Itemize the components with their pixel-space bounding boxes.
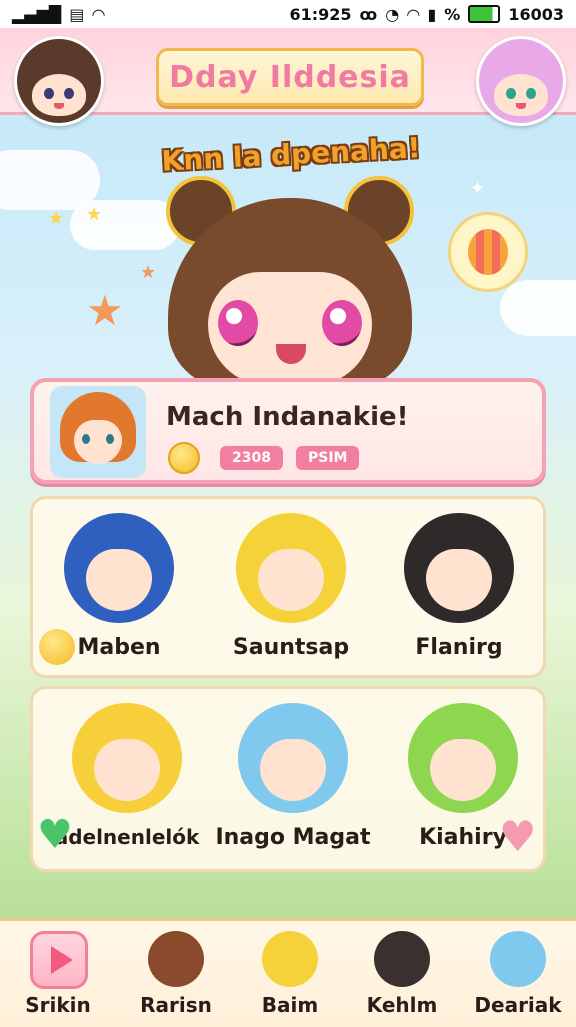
percent-icon: % [444,4,461,24]
battery-icon [468,5,501,23]
tab-srikin[interactable]: Srikin [8,921,108,1027]
header-bar: Dday Ilddesia [0,28,576,126]
play-icon [30,931,88,989]
wifi-icon: ◠ [407,4,420,24]
star-icon: ★ [86,204,103,225]
character-panel-1: Maben Sauntsap Flanirg [30,496,546,678]
game-title: Dday Ilddesia [156,48,424,106]
girl-avatar-icon[interactable] [14,36,104,126]
character-name: Flanirg [415,635,503,660]
orange-hair-avatar-icon [50,386,146,478]
pink-hair-avatar-icon[interactable] [476,36,566,126]
blue-hair-avatar-icon [64,513,174,623]
status-right: 61:925 ꝏ ◔ ◠ ▮ % 16003 [289,5,564,24]
tab-deariak[interactable]: Deariak [468,921,568,1027]
green-hair-avatar-icon [408,703,518,813]
tab-label: Deariak [474,993,562,1017]
coin-icon [168,442,200,474]
brown-hair-avatar-icon [148,931,204,987]
star-icon: ★ [48,208,65,229]
tag-pill[interactable]: PSIM [296,446,360,470]
sim-icon: ▤ [69,4,85,24]
tab-kehlm[interactable]: Kehlm [352,921,452,1027]
status-left: ▂▄▆█ ▤ ◠ [12,5,105,24]
subtitle-text: Knn la dpenaha! [160,131,422,178]
tab-label: Kehlm [366,993,438,1017]
alarm-icon: ꝏ [359,4,378,24]
blonde-avatar-icon [72,703,182,813]
signal-icon: ▂▄▆█ [12,4,62,24]
green-heart-icon: ♥ [37,812,73,858]
status-bar: ▂▄▆█ ▤ ◠ 61:925 ꝏ ◔ ◠ ▮ % 16003 [0,0,576,28]
tab-label: Srikin [25,993,91,1017]
black-hair-avatar-icon [374,931,430,987]
battery-value: 16003 [508,4,564,24]
tab-rarisn[interactable]: Rarisn [126,921,226,1027]
signal-icon: ▮ [427,4,437,24]
cloud-decoration [500,280,576,336]
bottom-nav: Srikin Rarisn Baim Kehlm Deariak [0,918,576,1027]
blonde-avatar-icon [262,931,318,987]
character-card[interactable]: Sauntsap [211,513,371,660]
black-hair-avatar-icon [404,513,514,623]
star-decoration-icon: ★ [86,286,124,335]
tab-label: Rarisn [140,993,212,1017]
character-name: Sauntsap [232,635,350,660]
mascot-character [160,176,420,388]
character-card[interactable]: Flanirg [379,513,539,660]
blonde-cat-ear-avatar-icon [236,513,346,623]
tab-baim[interactable]: Baim [240,921,340,1027]
tab-label: Baim [261,993,319,1017]
match-banner[interactable]: Mach Indanakie! 2308 PSIM [30,378,546,484]
wifi-icon: ◠ [92,4,105,24]
light-blue-hair-avatar-icon [238,703,348,813]
pink-heart-icon: ♥ [499,812,537,861]
tag-pill[interactable]: 2308 [220,446,283,470]
banner-title: Mach Indanakie! [166,402,409,432]
coin-icon [39,629,75,665]
blue-hair-avatar-icon [490,931,546,987]
star-icon: ✦ [470,178,486,199]
character-name: Inago Magat [215,825,371,850]
character-panel-2: ādelnenlelók ♥ Inago Magat Kiahiry ♥ [30,686,546,872]
balloon-icon[interactable] [448,212,528,292]
status-time: 61:925 [289,4,352,24]
clock-icon: ◔ [385,4,400,24]
star-icon: ★ [140,262,157,283]
character-card[interactable]: Inago Magat [213,703,373,850]
